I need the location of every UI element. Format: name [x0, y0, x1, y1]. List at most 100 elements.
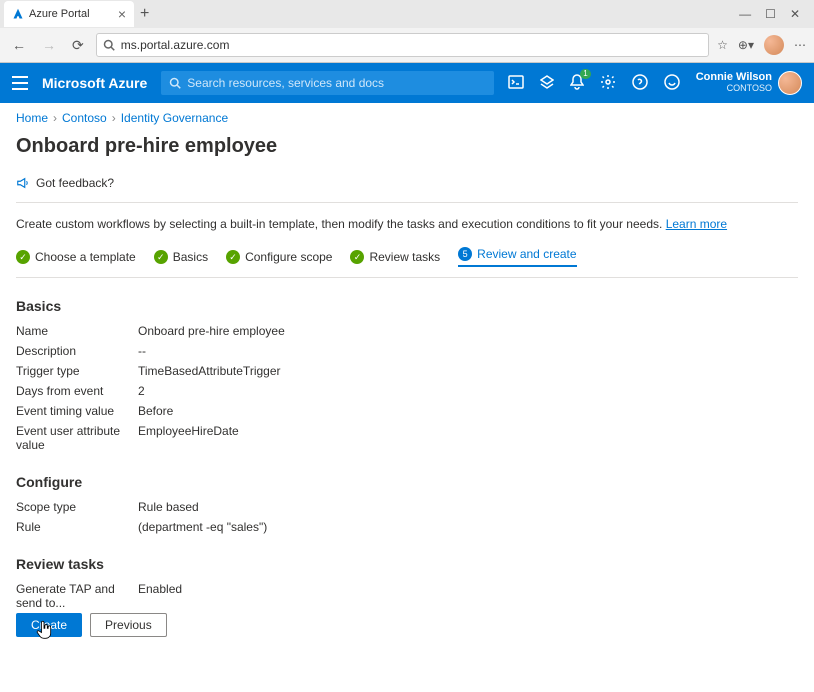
refresh-button[interactable]: ⟳ [68, 35, 88, 56]
kv-label: Event user attribute value [16, 424, 138, 452]
feedback-smile-icon[interactable] [664, 74, 680, 93]
wizard-steps: ✓ Choose a template ✓ Basics ✓ Configure… [16, 247, 798, 267]
kv-row: NameOnboard pre-hire employee [16, 324, 798, 338]
tab-close-icon[interactable]: × [118, 6, 126, 22]
feedback-link[interactable]: Got feedback? [16, 176, 114, 190]
step-label: Choose a template [35, 250, 136, 264]
browser-nav-bar: ← → ⟳ ☆ ⊕▾ ⋯ [0, 28, 814, 62]
favorite-icon[interactable]: ☆ [717, 38, 728, 52]
kv-label: Event timing value [16, 404, 138, 418]
browser-tab[interactable]: Azure Portal × [4, 1, 134, 27]
browser-toolbar-right: ☆ ⊕▾ ⋯ [717, 35, 806, 55]
step-choose-template[interactable]: ✓ Choose a template [16, 250, 136, 264]
kv-label: Name [16, 324, 138, 338]
breadcrumb-identity-governance[interactable]: Identity Governance [121, 111, 228, 125]
chevron-right-icon: › [53, 111, 57, 125]
url-input[interactable] [121, 38, 702, 52]
step-configure-scope[interactable]: ✓ Configure scope [226, 250, 332, 264]
global-search[interactable] [161, 71, 493, 95]
settings-icon[interactable] [600, 74, 616, 93]
kv-label: Trigger type [16, 364, 138, 378]
configure-section: Configure Scope typeRule based Rule(depa… [16, 474, 798, 534]
review-tasks-section: Review tasks Generate TAP and send to...… [16, 556, 798, 610]
previous-button[interactable]: Previous [90, 613, 167, 637]
kv-row: Trigger typeTimeBasedAttributeTrigger [16, 364, 798, 378]
browser-profile-avatar[interactable] [764, 35, 784, 55]
kv-row: Description-- [16, 344, 798, 358]
azure-favicon-icon [12, 8, 24, 20]
step-review-tasks[interactable]: ✓ Review tasks [350, 250, 440, 264]
step-label: Review and create [477, 247, 576, 261]
learn-more-link[interactable]: Learn more [666, 217, 727, 231]
user-name: Connie Wilson [696, 72, 772, 83]
basics-section: Basics NameOnboard pre-hire employee Des… [16, 298, 798, 452]
back-button[interactable]: ← [8, 35, 30, 55]
kv-label: Days from event [16, 384, 138, 398]
new-tab-button[interactable]: + [140, 5, 149, 23]
directories-icon[interactable] [540, 75, 554, 92]
section-heading: Review tasks [16, 556, 798, 572]
azure-header-icons: 1 Connie Wilson CONTOSO [508, 71, 802, 95]
check-icon: ✓ [226, 250, 240, 264]
notification-badge: 1 [580, 69, 590, 79]
breadcrumb: Home › Contoso › Identity Governance [0, 103, 814, 133]
kv-value: Rule based [138, 500, 199, 514]
feedback-label: Got feedback? [36, 176, 114, 190]
page-title: Onboard pre-hire employee [16, 135, 798, 158]
divider [16, 202, 798, 203]
wizard-footer: Create Previous [0, 603, 814, 647]
user-menu[interactable]: Connie Wilson CONTOSO [696, 71, 802, 95]
tab-title: Azure Portal [29, 8, 90, 20]
kv-row: Scope typeRule based [16, 500, 798, 514]
url-bar[interactable] [96, 33, 709, 57]
search-icon [169, 77, 181, 89]
check-icon: ✓ [154, 250, 168, 264]
help-icon[interactable] [632, 74, 648, 93]
browser-chrome: Azure Portal × + — ☐ ✕ ← → ⟳ ☆ ⊕▾ ⋯ [0, 0, 814, 63]
kv-value: -- [138, 344, 146, 358]
kv-row: Event timing valueBefore [16, 404, 798, 418]
step-label: Basics [173, 250, 208, 264]
kv-value: 2 [138, 384, 145, 398]
hamburger-menu-icon[interactable] [12, 76, 28, 90]
window-controls: — ☐ ✕ [739, 7, 810, 21]
kv-label: Description [16, 344, 138, 358]
tab-bar: Azure Portal × + — ☐ ✕ [0, 0, 814, 28]
maximize-icon[interactable]: ☐ [765, 7, 776, 21]
step-label: Review tasks [369, 250, 440, 264]
step-review-and-create[interactable]: 5 Review and create [458, 247, 576, 267]
user-avatar [778, 71, 802, 95]
minimize-icon[interactable]: — [739, 7, 751, 21]
azure-header: Microsoft Azure 1 Connie Wilson CONTOSO [0, 63, 814, 103]
kv-row: Event user attribute valueEmployeeHireDa… [16, 424, 798, 452]
check-icon: ✓ [16, 250, 30, 264]
user-org: CONTOSO [696, 83, 772, 94]
kv-row: Days from event2 [16, 384, 798, 398]
azure-brand[interactable]: Microsoft Azure [42, 75, 147, 91]
kv-label: Rule [16, 520, 138, 534]
kv-label: Scope type [16, 500, 138, 514]
browser-more-icon[interactable]: ⋯ [794, 38, 806, 52]
breadcrumb-home[interactable]: Home [16, 111, 48, 125]
intro-text: Create custom workflows by selecting a b… [16, 217, 798, 231]
chevron-right-icon: › [112, 111, 116, 125]
step-basics[interactable]: ✓ Basics [154, 250, 208, 264]
forward-button[interactable]: → [38, 35, 60, 55]
breadcrumb-contoso[interactable]: Contoso [62, 111, 107, 125]
kv-value: Before [138, 404, 173, 418]
megaphone-icon [16, 176, 30, 190]
collections-icon[interactable]: ⊕▾ [738, 38, 754, 52]
kv-row: Rule(department -eq "sales") [16, 520, 798, 534]
section-heading: Configure [16, 474, 798, 490]
close-window-icon[interactable]: ✕ [790, 7, 800, 21]
kv-value: Onboard pre-hire employee [138, 324, 285, 338]
user-info: Connie Wilson CONTOSO [696, 72, 772, 94]
section-heading: Basics [16, 298, 798, 314]
notifications-icon[interactable]: 1 [570, 74, 584, 93]
global-search-input[interactable] [187, 76, 485, 90]
check-icon: ✓ [350, 250, 364, 264]
create-button[interactable]: Create [16, 613, 82, 637]
step-label: Configure scope [245, 250, 332, 264]
kv-value: TimeBasedAttributeTrigger [138, 364, 281, 378]
cloud-shell-icon[interactable] [508, 75, 524, 92]
